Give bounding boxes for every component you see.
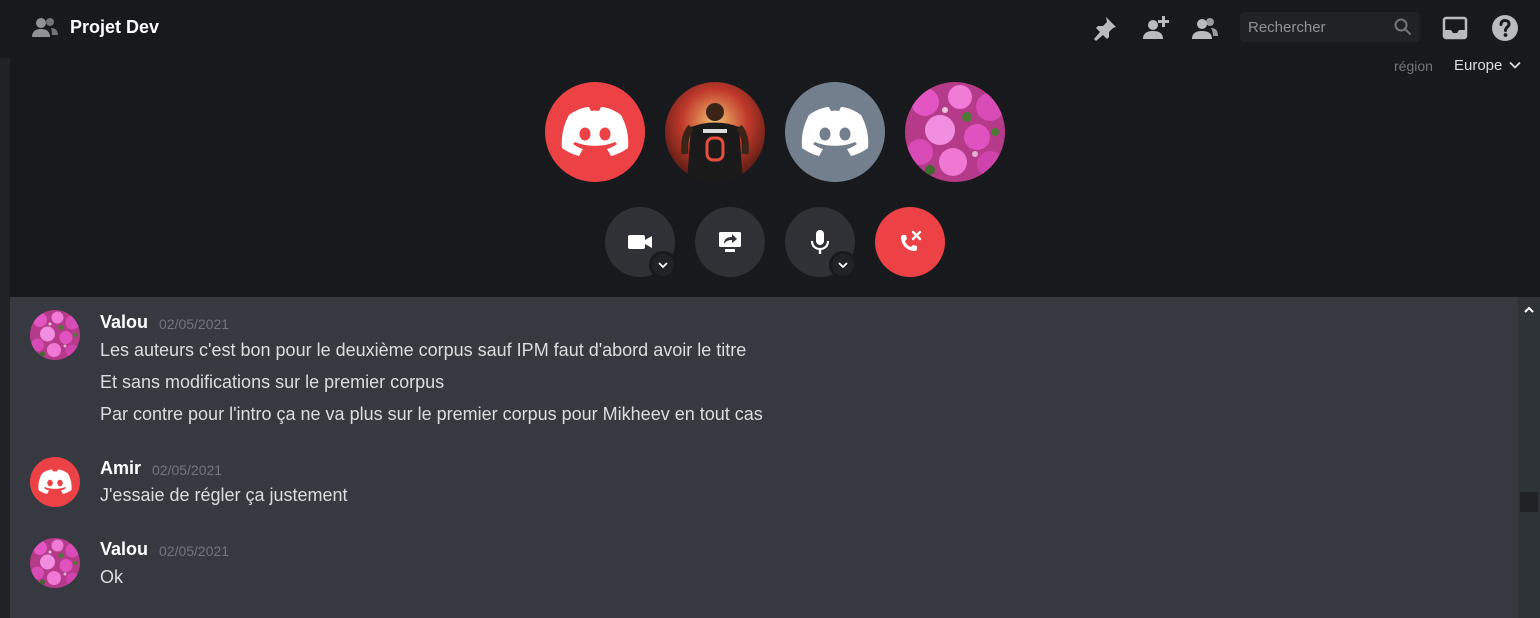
message-list: Valou 02/05/2021 Les auteurs c'est bon p… xyxy=(10,297,1518,618)
screen-share-icon xyxy=(719,232,741,252)
help-icon[interactable] xyxy=(1491,14,1519,42)
avatar[interactable] xyxy=(30,457,80,507)
chevron-down-icon xyxy=(838,262,848,269)
hang-up-button[interactable] xyxy=(875,207,945,277)
participant-avatar[interactable] xyxy=(785,82,885,182)
left-edge-header xyxy=(0,0,10,58)
participant-avatar[interactable] xyxy=(665,82,765,182)
camera-icon xyxy=(628,235,652,249)
scrollbar-thumb[interactable] xyxy=(1520,492,1538,512)
hang-up-icon xyxy=(901,230,922,251)
microphone-button[interactable] xyxy=(785,207,857,279)
add-member-icon[interactable] xyxy=(1141,14,1169,42)
pink-flowers-photo xyxy=(30,310,80,360)
camera-button[interactable] xyxy=(605,207,677,279)
inbox-icon[interactable] xyxy=(1441,14,1469,42)
camera-options-button[interactable] xyxy=(649,251,677,279)
chevron-down-icon xyxy=(658,262,668,269)
pink-flowers-photo xyxy=(905,82,1005,182)
microphone-icon xyxy=(810,230,830,254)
voice-group-icon xyxy=(32,18,58,37)
channel-header: Projet Dev Rechercher xyxy=(10,0,1540,56)
microphone-options-button[interactable] xyxy=(829,251,857,279)
chevron-down-icon[interactable] xyxy=(1508,58,1522,72)
message-author[interactable]: Valou xyxy=(100,539,148,560)
avatar[interactable] xyxy=(30,538,80,588)
screen-share-button[interactable] xyxy=(695,207,765,277)
message-text: Les auteurs c'est bon pour le deuxième c… xyxy=(100,340,747,360)
voice-call-area: Projet Dev Rechercher région Europe xyxy=(10,0,1540,297)
message-text: Ok xyxy=(100,567,124,587)
discord-logo-icon xyxy=(30,457,80,507)
search-icon xyxy=(1394,18,1412,36)
discord-logo-icon xyxy=(785,82,885,182)
message-timestamp: 02/05/2021 xyxy=(159,543,230,559)
region-label: région xyxy=(1394,58,1433,74)
search-input[interactable]: Rechercher xyxy=(1240,12,1420,42)
message-timestamp: 02/05/2021 xyxy=(159,316,230,332)
pink-flowers-photo xyxy=(30,538,80,588)
participant-avatar[interactable] xyxy=(905,82,1005,182)
search-placeholder: Rechercher xyxy=(1248,19,1326,36)
message-text: Par contre pour l'intro ça ne va plus su… xyxy=(100,404,763,424)
region-select[interactable]: Europe xyxy=(1454,57,1502,74)
channel-title: Projet Dev xyxy=(70,17,160,37)
message-timestamp: 02/05/2021 xyxy=(152,462,223,478)
message-text: J'essaie de régler ça justement xyxy=(100,485,348,505)
message-author[interactable]: Amir xyxy=(100,458,141,479)
scrollbar[interactable] xyxy=(1518,297,1540,618)
members-icon[interactable] xyxy=(1191,14,1219,42)
discord-logo-icon xyxy=(545,82,645,182)
pin-icon[interactable] xyxy=(1091,14,1119,42)
avatar[interactable] xyxy=(30,310,80,360)
basketball-player-photo xyxy=(665,82,765,182)
chevron-up-icon[interactable] xyxy=(1522,303,1536,317)
message-text: Et sans modifications sur le premier cor… xyxy=(100,372,445,392)
participant-avatar[interactable] xyxy=(545,82,645,182)
left-edge xyxy=(0,0,10,618)
message-author[interactable]: Valou xyxy=(100,312,148,333)
